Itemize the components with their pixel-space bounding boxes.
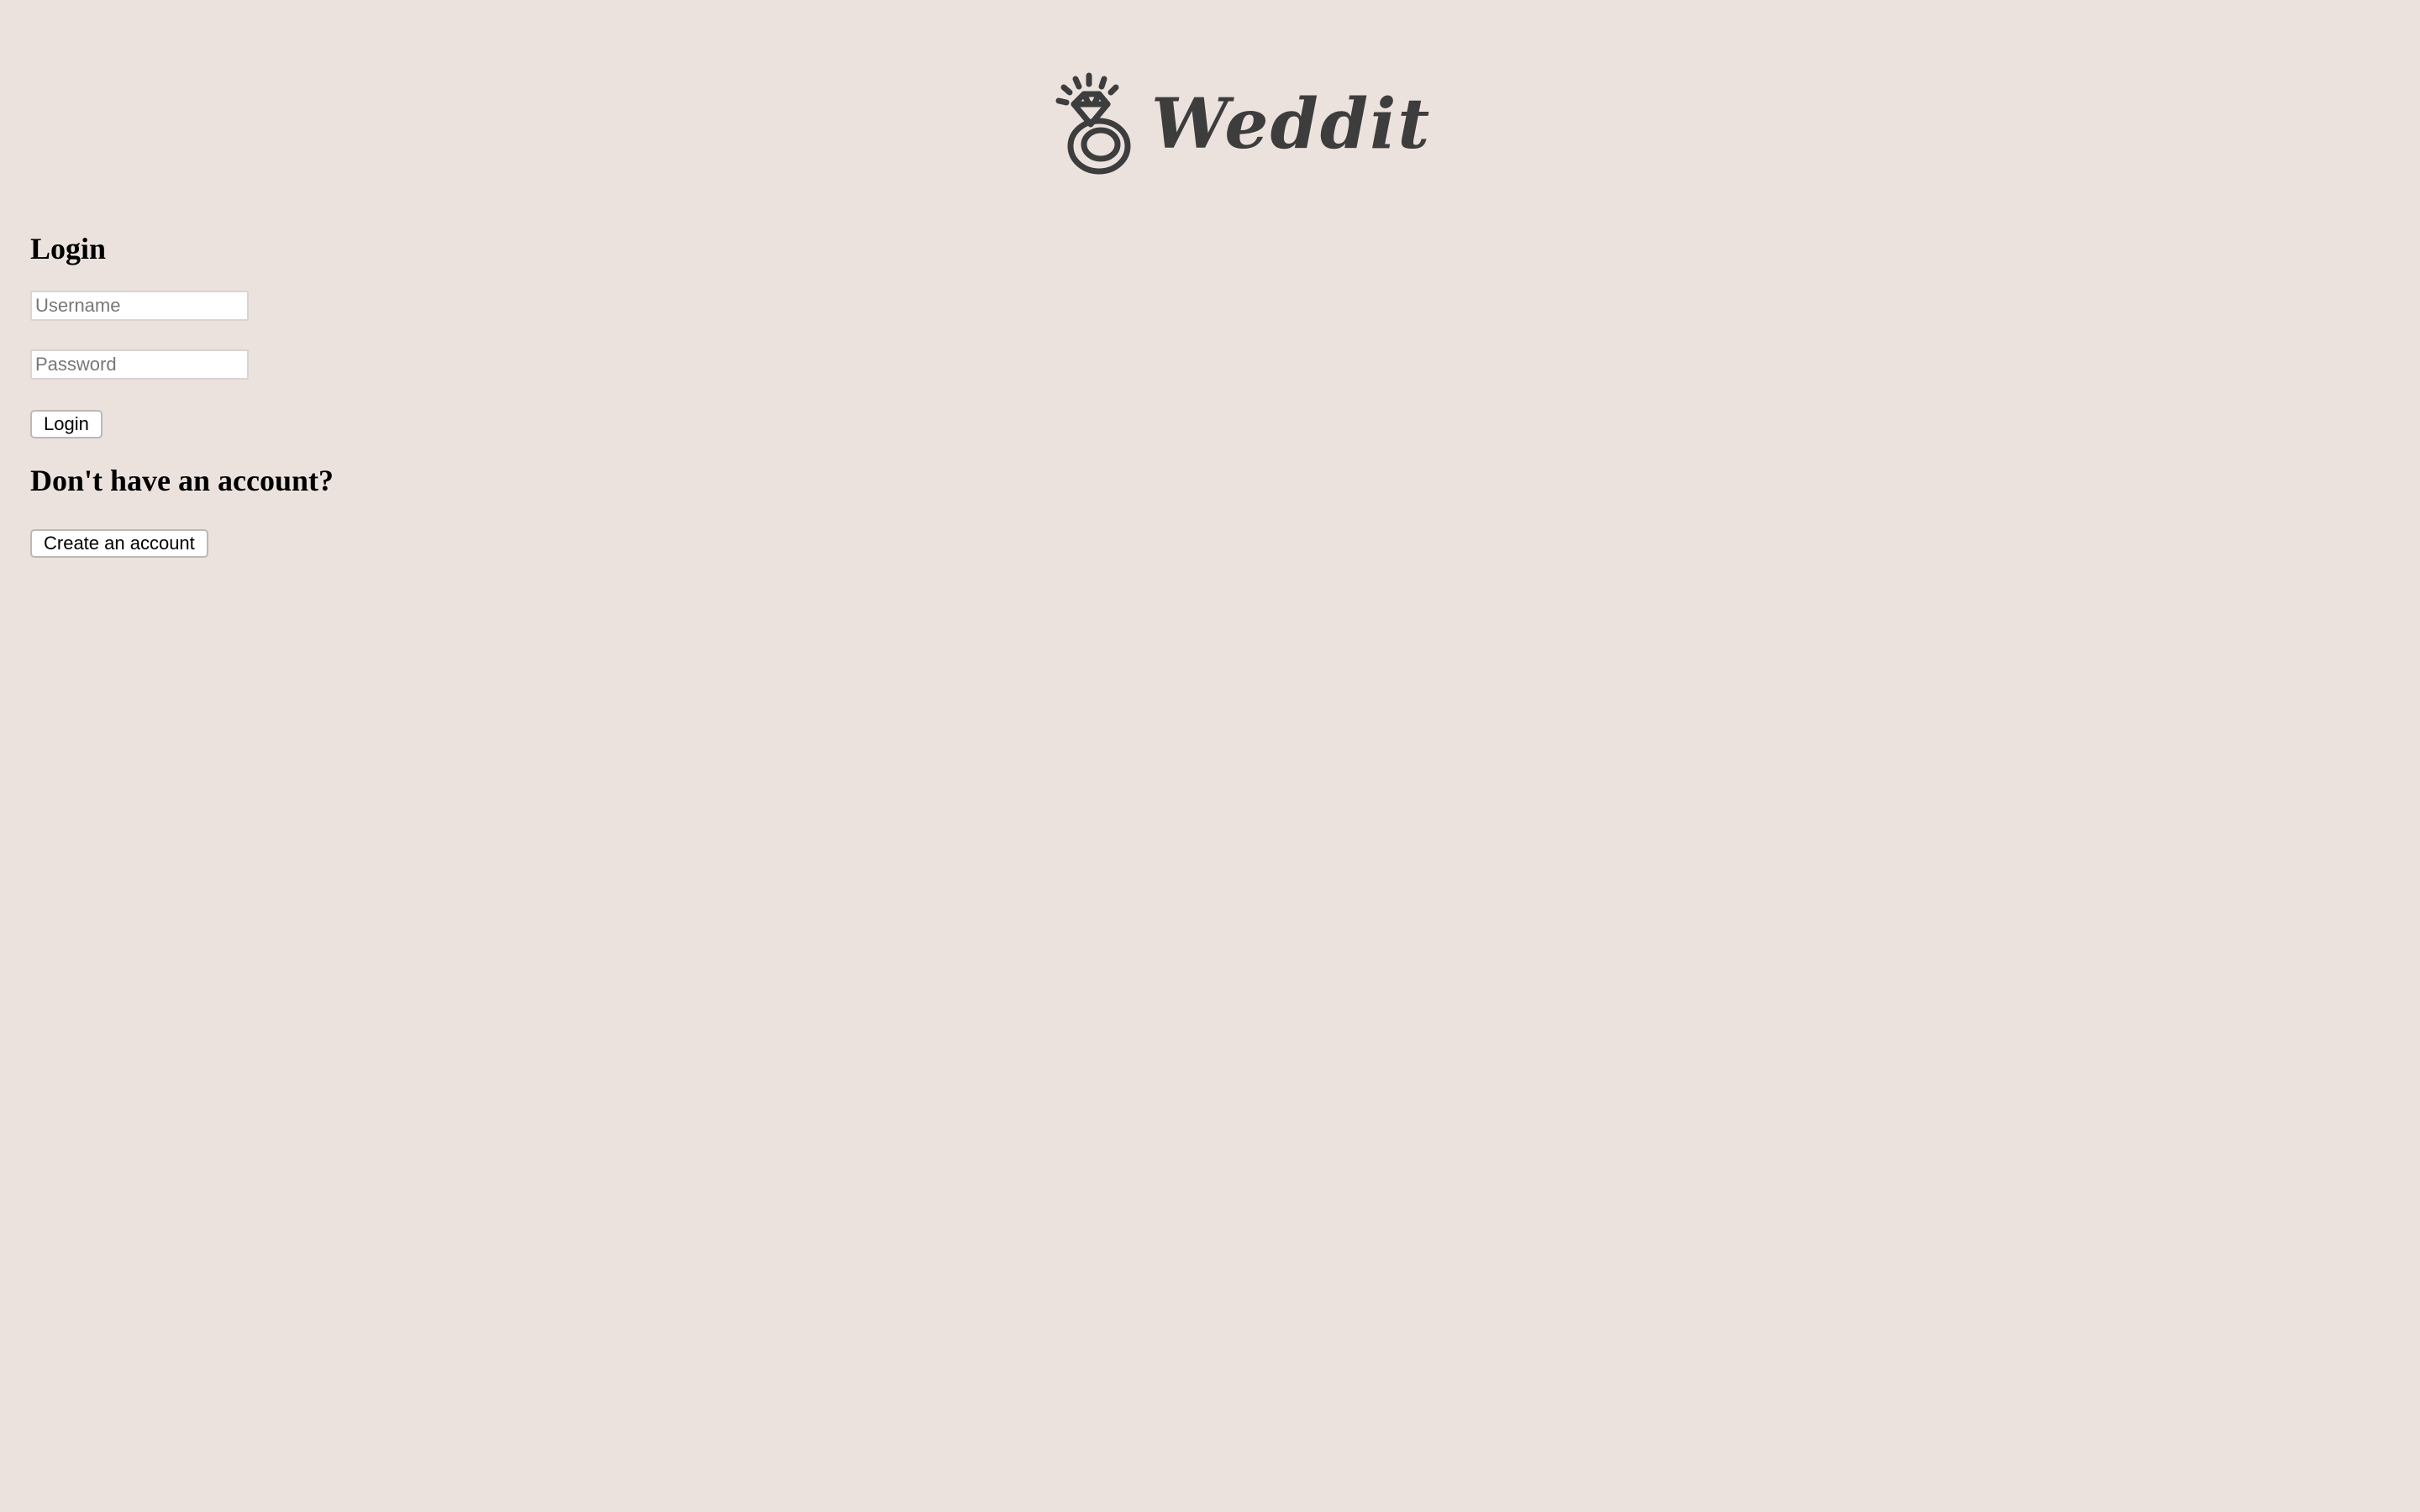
login-button-row: Login	[30, 410, 702, 438]
site-logo[interactable]: Weddit	[1055, 72, 1429, 176]
brand-name: Weddit	[1151, 84, 1432, 165]
create-account-button[interactable]: Create an account	[30, 529, 208, 558]
username-input[interactable]	[30, 291, 249, 321]
signup-heading: Don't have an account?	[30, 464, 334, 497]
password-row	[30, 349, 702, 380]
username-row	[30, 291, 702, 321]
create-account-row: Create an account	[30, 529, 702, 558]
auth-panel: Login Login Don't have an account? Creat…	[30, 220, 702, 558]
site-header: Weddit	[0, 0, 2420, 202]
login-heading: Login	[30, 232, 107, 265]
password-input[interactable]	[30, 349, 249, 380]
login-button[interactable]: Login	[30, 410, 103, 438]
diamond-ring-icon	[1055, 72, 1131, 175]
